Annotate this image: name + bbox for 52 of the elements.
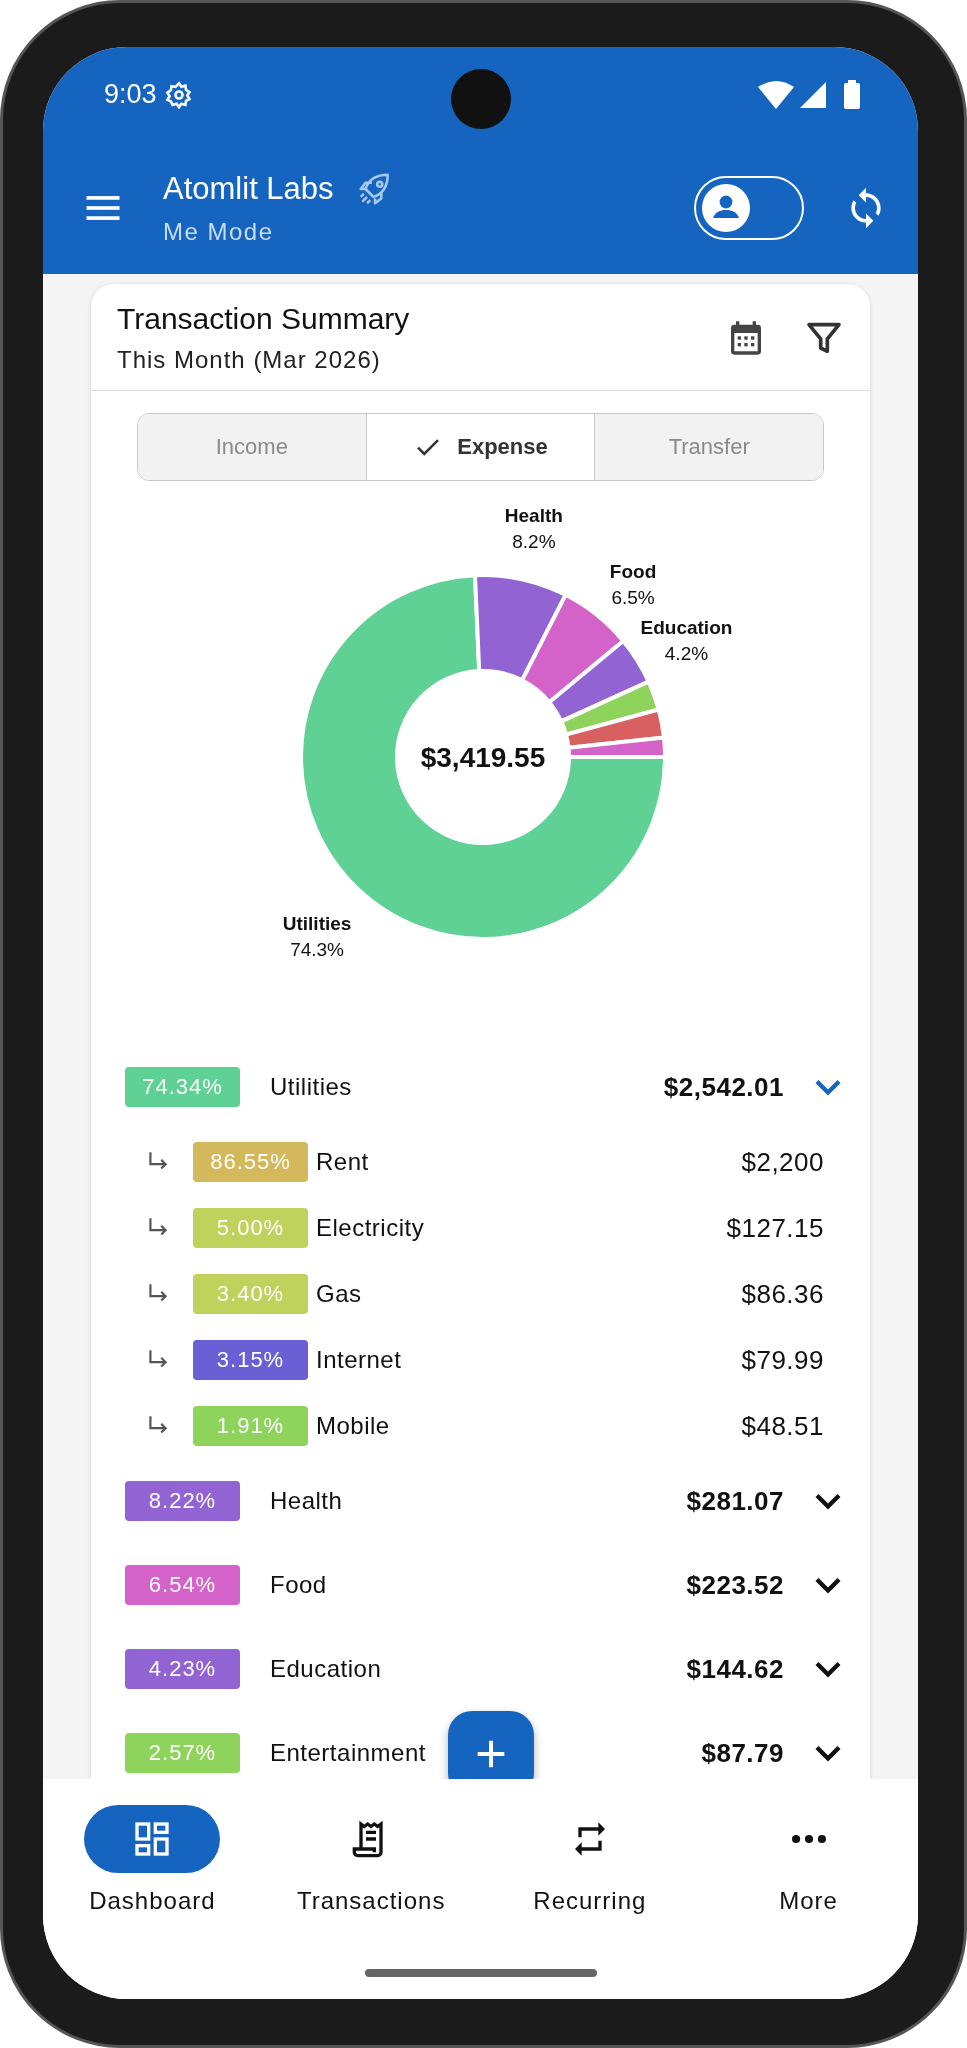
category-name: Health (270, 1487, 343, 1515)
slice-label: Education 4.2% (640, 617, 733, 665)
category-amount: $223.52 (686, 1569, 784, 1601)
battery-icon (844, 80, 860, 109)
nav-tab[interactable]: Dashboard (43, 1805, 262, 1915)
settings-icon (164, 80, 193, 109)
signal-icon (800, 81, 826, 108)
percent-badge: 5.00% (193, 1208, 308, 1248)
subcategory-name: Gas (316, 1280, 362, 1308)
subcategory-amount: $86.36 (741, 1278, 824, 1310)
mode-switch[interactable] (694, 176, 804, 240)
subcategory-name: Mobile (316, 1412, 390, 1440)
app-title: Atomlit Labs (163, 171, 334, 207)
wifi-icon (758, 80, 794, 109)
total-amount: $3,419.55 (420, 742, 546, 773)
category-amount: $2,542.01 (663, 1071, 784, 1103)
subcategory-name: Internet (316, 1346, 402, 1374)
period-label: This Month (Mar 2026) (117, 346, 382, 374)
subcategory-amount: $2,200 (741, 1146, 824, 1178)
nav-tab[interactable]: Transactions (261, 1805, 481, 1915)
category-amount: $281.07 (686, 1485, 784, 1517)
subcategory-amount: $48.51 (741, 1410, 824, 1442)
percent-badge: 6.54% (125, 1565, 240, 1605)
slice-label: Utilities 74.3% (282, 913, 352, 961)
percent-badge: 3.40% (193, 1274, 308, 1314)
add-button[interactable] (448, 1711, 534, 1779)
subcategory-name: Electricity (316, 1214, 425, 1242)
percent-badge: 74.34% (125, 1067, 240, 1107)
subcategory-amount: $127.15 (726, 1212, 824, 1244)
subcategory-name: Rent (316, 1148, 369, 1176)
app-subtitle: Me Mode (163, 218, 275, 246)
category-amount: $144.62 (686, 1653, 784, 1685)
percent-badge: 86.55% (193, 1142, 308, 1182)
card-title: Transaction Summary (117, 302, 411, 336)
percent-badge: 3.15% (193, 1340, 308, 1380)
category-name: Utilities (270, 1073, 352, 1101)
percent-badge: 8.22% (125, 1481, 240, 1521)
category-name: Entertainment (270, 1739, 426, 1767)
percent-badge: 2.57% (125, 1733, 240, 1773)
category-name: Education (270, 1655, 382, 1683)
subcategory-amount: $79.99 (741, 1344, 824, 1376)
slice-label: Health 8.2% (504, 505, 563, 553)
person-icon (702, 184, 750, 232)
slice-label: Food 6.5% (609, 561, 657, 609)
category-name: Food (270, 1571, 327, 1599)
percent-badge: 4.23% (125, 1649, 240, 1689)
nav-tab[interactable]: More (699, 1805, 918, 1915)
percent-badge: 1.91% (193, 1406, 308, 1446)
status-time: 9:03 (104, 79, 157, 110)
category-amount: $87.79 (701, 1737, 784, 1769)
nav-tab[interactable]: Recurring (480, 1805, 700, 1915)
more-icon (791, 1834, 826, 1844)
